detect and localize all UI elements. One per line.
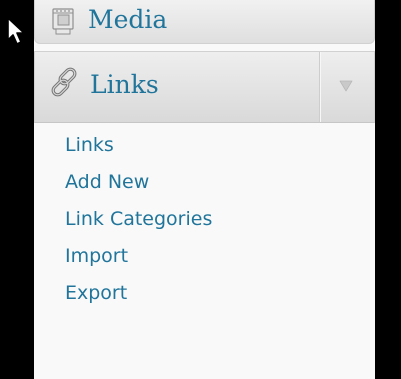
- admin-sidebar-menu: Media Links Links Add New Link Categorie…: [34, 0, 375, 379]
- links-submenu: Links Add New Link Categories Import Exp…: [34, 123, 375, 311]
- triangle-down-icon: [339, 80, 353, 92]
- submenu-toggle[interactable]: [319, 52, 374, 122]
- links-icon: [51, 67, 77, 97]
- menu-item-links-label: Links: [90, 70, 159, 99]
- menu-item-media[interactable]: Media: [34, 0, 375, 44]
- media-icon: [52, 8, 74, 35]
- submenu-item-link-categories[interactable]: Link Categories: [34, 200, 375, 237]
- mouse-cursor-icon: [7, 17, 25, 45]
- menu-item-media-label: Media: [88, 5, 168, 34]
- menu-item-links[interactable]: Links: [34, 51, 375, 123]
- submenu-item-import[interactable]: Import: [34, 237, 375, 274]
- submenu-item-links[interactable]: Links: [34, 126, 375, 163]
- submenu-item-export[interactable]: Export: [34, 274, 375, 311]
- submenu-item-add-new[interactable]: Add New: [34, 163, 375, 200]
